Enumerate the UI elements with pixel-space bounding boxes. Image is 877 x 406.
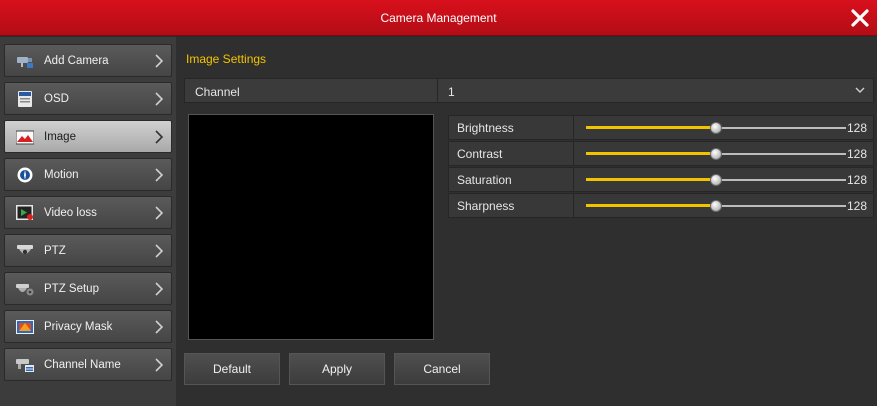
channel-value: 1: [448, 85, 455, 99]
brightness-slider[interactable]: [586, 122, 846, 134]
sidebar-item-label: Channel Name: [44, 359, 121, 371]
sidebar-item-label: PTZ Setup: [44, 283, 99, 295]
chevron-right-icon: [155, 320, 163, 334]
sidebar-item-label: OSD: [44, 93, 69, 105]
cancel-button[interactable]: Cancel: [394, 353, 490, 385]
saturation-value: 128: [846, 173, 867, 187]
contrast-value: 128: [846, 147, 867, 161]
sidebar-item-ptz[interactable]: PTZ: [4, 234, 172, 267]
sidebar-item-label: Video loss: [44, 207, 97, 219]
brightness-slider-knob[interactable]: [710, 122, 722, 134]
image-settings-panel: Image Settings Channel 1 Brightness 128 …: [176, 37, 877, 406]
motion-icon: [17, 167, 33, 183]
saturation-slider-knob[interactable]: [710, 174, 722, 186]
contrast-slider[interactable]: [586, 148, 846, 160]
chevron-right-icon: [155, 206, 163, 220]
sidebar-item-motion[interactable]: Motion: [4, 158, 172, 191]
sidebar-item-video-loss[interactable]: Video loss: [4, 196, 172, 229]
contrast-slider-knob[interactable]: [710, 148, 722, 160]
chevron-right-icon: [155, 282, 163, 296]
chevron-right-icon: [155, 244, 163, 258]
channel-select[interactable]: 1: [437, 79, 873, 102]
sidebar-item-label: Privacy Mask: [44, 321, 113, 333]
sidebar-item-channel-name[interactable]: Channel Name: [4, 348, 172, 381]
sidebar-item-osd[interactable]: OSD: [4, 82, 172, 115]
default-button[interactable]: Default: [184, 353, 280, 385]
video-preview: [188, 114, 434, 340]
sidebar-item-privacy-mask[interactable]: Privacy Mask: [4, 310, 172, 343]
chevron-right-icon: [155, 92, 163, 106]
contrast-row: Contrast 128: [448, 141, 874, 166]
brightness-label: Brightness: [457, 121, 514, 135]
sidebar-item-label: Add Camera: [44, 55, 109, 67]
add-camera-icon: [17, 57, 33, 68]
sidebar-item-ptz-setup[interactable]: PTZ Setup: [4, 272, 172, 305]
chevron-right-icon: [155, 130, 163, 144]
close-icon[interactable]: [849, 7, 871, 29]
chevron-down-icon[interactable]: [855, 87, 865, 94]
sharpness-slider-knob[interactable]: [710, 200, 722, 212]
chevron-right-icon: [155, 54, 163, 68]
sharpness-slider[interactable]: [586, 200, 846, 212]
video-loss-icon: [16, 205, 33, 220]
channel-label: Channel: [195, 85, 240, 99]
sidebar-item-label: Image: [44, 131, 76, 143]
sidebar-item-label: Motion: [44, 169, 79, 181]
ptz-setup-icon: [16, 284, 34, 296]
brightness-row: Brightness 128: [448, 115, 874, 140]
image-icon: [16, 130, 34, 145]
sidebar-item-label: PTZ: [44, 245, 66, 257]
chevron-right-icon: [155, 358, 163, 372]
sidebar-item-image[interactable]: Image: [4, 120, 172, 153]
sharpness-label: Sharpness: [457, 199, 515, 213]
brightness-value: 128: [846, 121, 867, 135]
sidebar: Add Camera OSD Image Motion Video loss P…: [0, 37, 176, 406]
saturation-slider[interactable]: [586, 174, 846, 186]
osd-icon: [18, 91, 32, 107]
channel-row: Channel 1: [184, 78, 874, 103]
saturation-label: Saturation: [457, 173, 512, 187]
apply-button[interactable]: Apply: [289, 353, 385, 385]
window-title: Camera Management: [380, 11, 497, 25]
privacy-mask-icon: [16, 320, 34, 334]
sharpness-row: Sharpness 128: [448, 193, 874, 218]
saturation-row: Saturation 128: [448, 167, 874, 192]
sharpness-value: 128: [846, 199, 867, 213]
channel-name-icon: [16, 359, 34, 372]
section-title: Image Settings: [186, 52, 267, 66]
title-bar: Camera Management: [0, 0, 877, 36]
chevron-right-icon: [155, 168, 163, 182]
contrast-label: Contrast: [457, 147, 503, 161]
ptz-icon: [17, 245, 33, 255]
sidebar-item-add-camera[interactable]: Add Camera: [4, 44, 172, 77]
